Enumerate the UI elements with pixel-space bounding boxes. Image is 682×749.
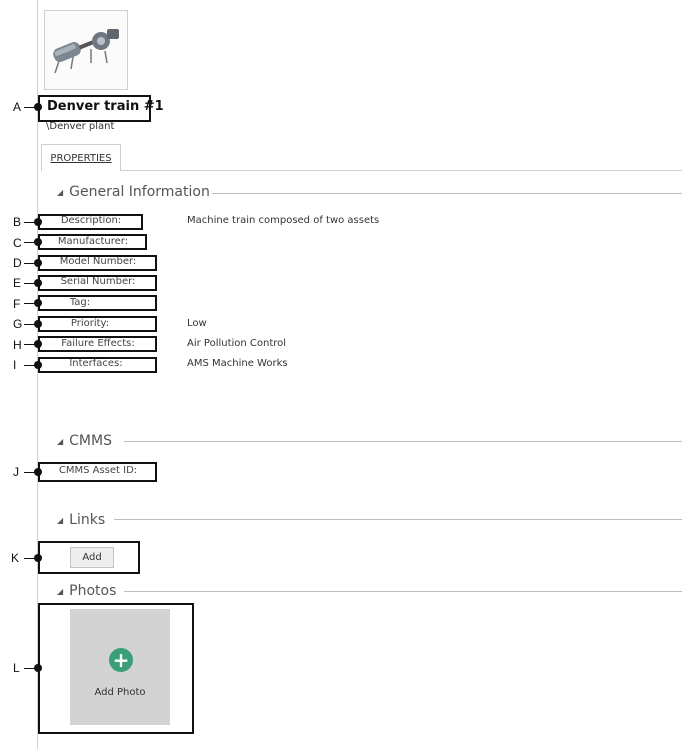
collapse-triangle-icon[interactable]: ◢ bbox=[57, 587, 63, 596]
section-links-header[interactable]: ◢ Links bbox=[57, 512, 105, 528]
machine-train-icon bbox=[53, 29, 119, 74]
callout-box-a bbox=[38, 95, 151, 122]
callout-box-k bbox=[38, 541, 140, 574]
callout-label-l: L bbox=[13, 661, 20, 675]
section-cmms-header[interactable]: ◢ CMMS bbox=[57, 433, 112, 449]
callout-label-j: J bbox=[13, 465, 19, 479]
collapse-triangle-icon[interactable]: ◢ bbox=[57, 437, 63, 446]
section-photos-header[interactable]: ◢ Photos bbox=[57, 583, 116, 599]
section-cmms-rule bbox=[124, 441, 682, 442]
section-photos-rule bbox=[124, 591, 682, 592]
collapse-triangle-icon[interactable]: ◢ bbox=[57, 516, 63, 525]
callout-box-l bbox=[38, 603, 194, 734]
callout-label-g: G bbox=[13, 317, 23, 331]
callout-label-h: H bbox=[13, 338, 22, 352]
callout-box-g bbox=[38, 316, 157, 332]
field-value-priority[interactable]: Low bbox=[187, 318, 207, 329]
section-cmms-title: CMMS bbox=[69, 433, 112, 449]
callout-label-b: B bbox=[13, 215, 22, 229]
callout-label-d: D bbox=[13, 256, 22, 270]
tab-properties[interactable]: PROPERTIES bbox=[41, 144, 121, 171]
field-value-failure-effects[interactable]: Air Pollution Control bbox=[187, 338, 286, 349]
callout-label-i: I bbox=[13, 358, 17, 372]
callout-label-k: K bbox=[11, 551, 20, 565]
field-value-interfaces[interactable]: AMS Machine Works bbox=[187, 358, 288, 369]
tab-divider bbox=[121, 170, 682, 171]
asset-thumbnail[interactable] bbox=[44, 10, 128, 90]
callout-box-h bbox=[38, 336, 157, 352]
callout-box-e bbox=[38, 275, 157, 291]
section-links-title: Links bbox=[69, 512, 106, 528]
collapse-triangle-icon[interactable]: ◢ bbox=[57, 188, 63, 197]
callout-box-i bbox=[38, 357, 157, 373]
callout-box-f bbox=[38, 295, 157, 311]
field-value-description[interactable]: Machine train composed of two assets bbox=[187, 215, 379, 226]
section-general-header[interactable]: ◢ General Information bbox=[57, 184, 210, 200]
section-photos-title: Photos bbox=[69, 583, 117, 599]
callout-label-a: A bbox=[13, 100, 22, 114]
callout-label-c: C bbox=[13, 236, 22, 250]
asset-path: \Denver plant bbox=[46, 121, 115, 132]
callout-box-b bbox=[38, 214, 143, 230]
callout-box-j bbox=[38, 462, 157, 482]
callout-label-f: F bbox=[13, 297, 21, 311]
callout-box-c bbox=[38, 234, 147, 250]
callout-label-e: E bbox=[13, 276, 22, 290]
callout-box-d bbox=[38, 255, 157, 271]
section-general-rule bbox=[212, 193, 682, 194]
section-general-title: General Information bbox=[69, 184, 210, 200]
section-links-rule bbox=[114, 519, 682, 520]
